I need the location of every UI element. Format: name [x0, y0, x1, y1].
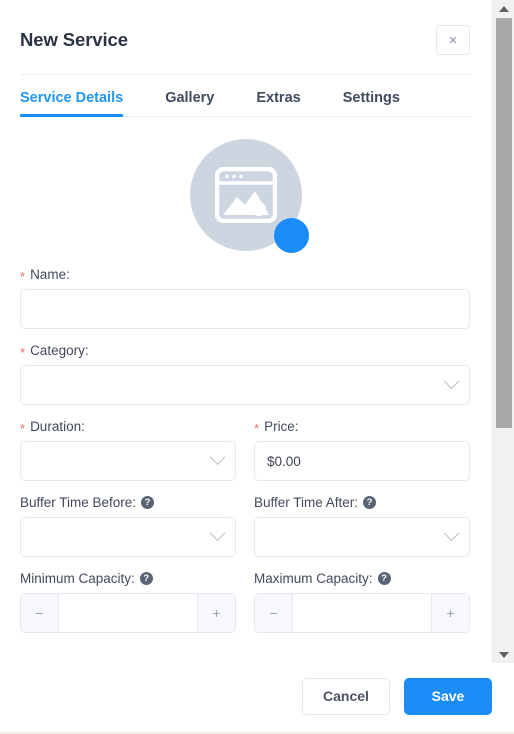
duration-label: * Duration:: [20, 419, 236, 436]
service-image-section: [0, 117, 492, 267]
max-capacity-stepper: − +: [254, 593, 470, 633]
chevron-down-icon: [443, 372, 460, 389]
modal-content: New Service × Service Details Gallery Ex…: [0, 0, 492, 647]
category-select[interactable]: [20, 365, 470, 405]
min-capacity-increment-button[interactable]: +: [197, 594, 235, 632]
modal-header: New Service ×: [0, 0, 492, 62]
field-duration: * Duration:: [20, 419, 236, 481]
min-capacity-label: Minimum Capacity: ?: [20, 571, 236, 586]
min-capacity-label-text: Minimum Capacity:: [20, 571, 135, 586]
field-max-capacity: Maximum Capacity: ? − +: [254, 571, 470, 633]
field-category: * Category:: [20, 343, 470, 405]
vertical-scrollbar[interactable]: [492, 0, 514, 663]
tab-service-details[interactable]: Service Details: [20, 90, 124, 117]
chevron-down-icon: [209, 524, 226, 541]
max-capacity-label-text: Maximum Capacity:: [254, 571, 373, 586]
buffer-after-select[interactable]: [254, 517, 470, 557]
required-asterisk: *: [20, 421, 26, 436]
field-buffer-after: Buffer Time After: ?: [254, 495, 470, 557]
tab-extras[interactable]: Extras: [256, 90, 300, 116]
scrollbar-thumb[interactable]: [496, 18, 512, 428]
buffer-before-label-text: Buffer Time Before:: [20, 495, 137, 510]
capacity-row: Minimum Capacity: ? − + Maximum Capacity…: [20, 571, 470, 647]
max-capacity-input[interactable]: [293, 594, 431, 632]
close-icon: ×: [448, 31, 458, 49]
scroll-down-button[interactable]: [493, 646, 514, 663]
chevron-down-icon: [499, 651, 509, 658]
name-label: * Name:: [20, 267, 470, 284]
chevron-down-icon: [443, 524, 460, 541]
new-service-modal: New Service × Service Details Gallery Ex…: [0, 0, 514, 734]
price-input[interactable]: $0.00: [254, 441, 470, 481]
buffer-before-select[interactable]: [20, 517, 236, 557]
help-icon[interactable]: ?: [139, 572, 153, 585]
min-capacity-stepper: − +: [20, 593, 236, 633]
buffer-after-label: Buffer Time After: ?: [254, 495, 470, 510]
name-input[interactable]: [20, 289, 470, 329]
duration-label-text: Duration:: [30, 419, 85, 434]
image-placeholder-icon: [215, 167, 277, 223]
price-label-text: Price:: [264, 419, 299, 434]
buffer-after-label-text: Buffer Time After:: [254, 495, 359, 510]
min-capacity-decrement-button[interactable]: −: [21, 594, 59, 632]
field-name: * Name:: [20, 267, 470, 329]
chevron-down-icon: [209, 448, 226, 465]
tab-settings[interactable]: Settings: [343, 90, 400, 116]
field-min-capacity: Minimum Capacity: ? − +: [20, 571, 236, 633]
modal-scroll-viewport: New Service × Service Details Gallery Ex…: [0, 0, 492, 663]
duration-select[interactable]: [20, 441, 236, 481]
scroll-up-button[interactable]: [493, 0, 514, 17]
buffer-time-row: Buffer Time Before: ? Buffer Time After:…: [20, 495, 470, 571]
help-icon[interactable]: ?: [363, 496, 377, 509]
required-asterisk: *: [20, 345, 26, 360]
name-label-text: Name:: [30, 267, 70, 282]
help-icon[interactable]: ?: [141, 496, 155, 509]
close-button[interactable]: ×: [436, 25, 470, 55]
tab-bar: Service Details Gallery Extras Settings: [20, 75, 472, 117]
tab-gallery[interactable]: Gallery: [165, 90, 214, 116]
duration-price-row: * Duration: * Price: $0.00: [20, 419, 470, 495]
price-label: * Price:: [254, 419, 470, 436]
max-capacity-decrement-button[interactable]: −: [255, 594, 293, 632]
service-details-form: * Name: * Category: * Duration: * Price:…: [0, 267, 492, 647]
min-capacity-input[interactable]: [59, 594, 197, 632]
required-asterisk: *: [254, 421, 260, 436]
max-capacity-increment-button[interactable]: +: [431, 594, 469, 632]
help-icon[interactable]: ?: [377, 572, 391, 585]
required-asterisk: *: [20, 269, 26, 284]
add-photo-badge-icon[interactable]: [274, 218, 309, 253]
field-buffer-before: Buffer Time Before: ?: [20, 495, 236, 557]
page-title: New Service: [20, 29, 128, 50]
save-button[interactable]: Save: [404, 677, 492, 715]
category-label-text: Category:: [30, 343, 89, 358]
category-label: * Category:: [20, 343, 470, 360]
chevron-up-icon: [499, 5, 509, 12]
avatar[interactable]: [190, 139, 309, 253]
field-price: * Price: $0.00: [254, 419, 470, 481]
buffer-before-label: Buffer Time Before: ?: [20, 495, 236, 510]
cancel-button[interactable]: Cancel: [302, 677, 390, 715]
modal-footer: Cancel Save: [0, 663, 514, 734]
max-capacity-label: Maximum Capacity: ?: [254, 571, 470, 586]
